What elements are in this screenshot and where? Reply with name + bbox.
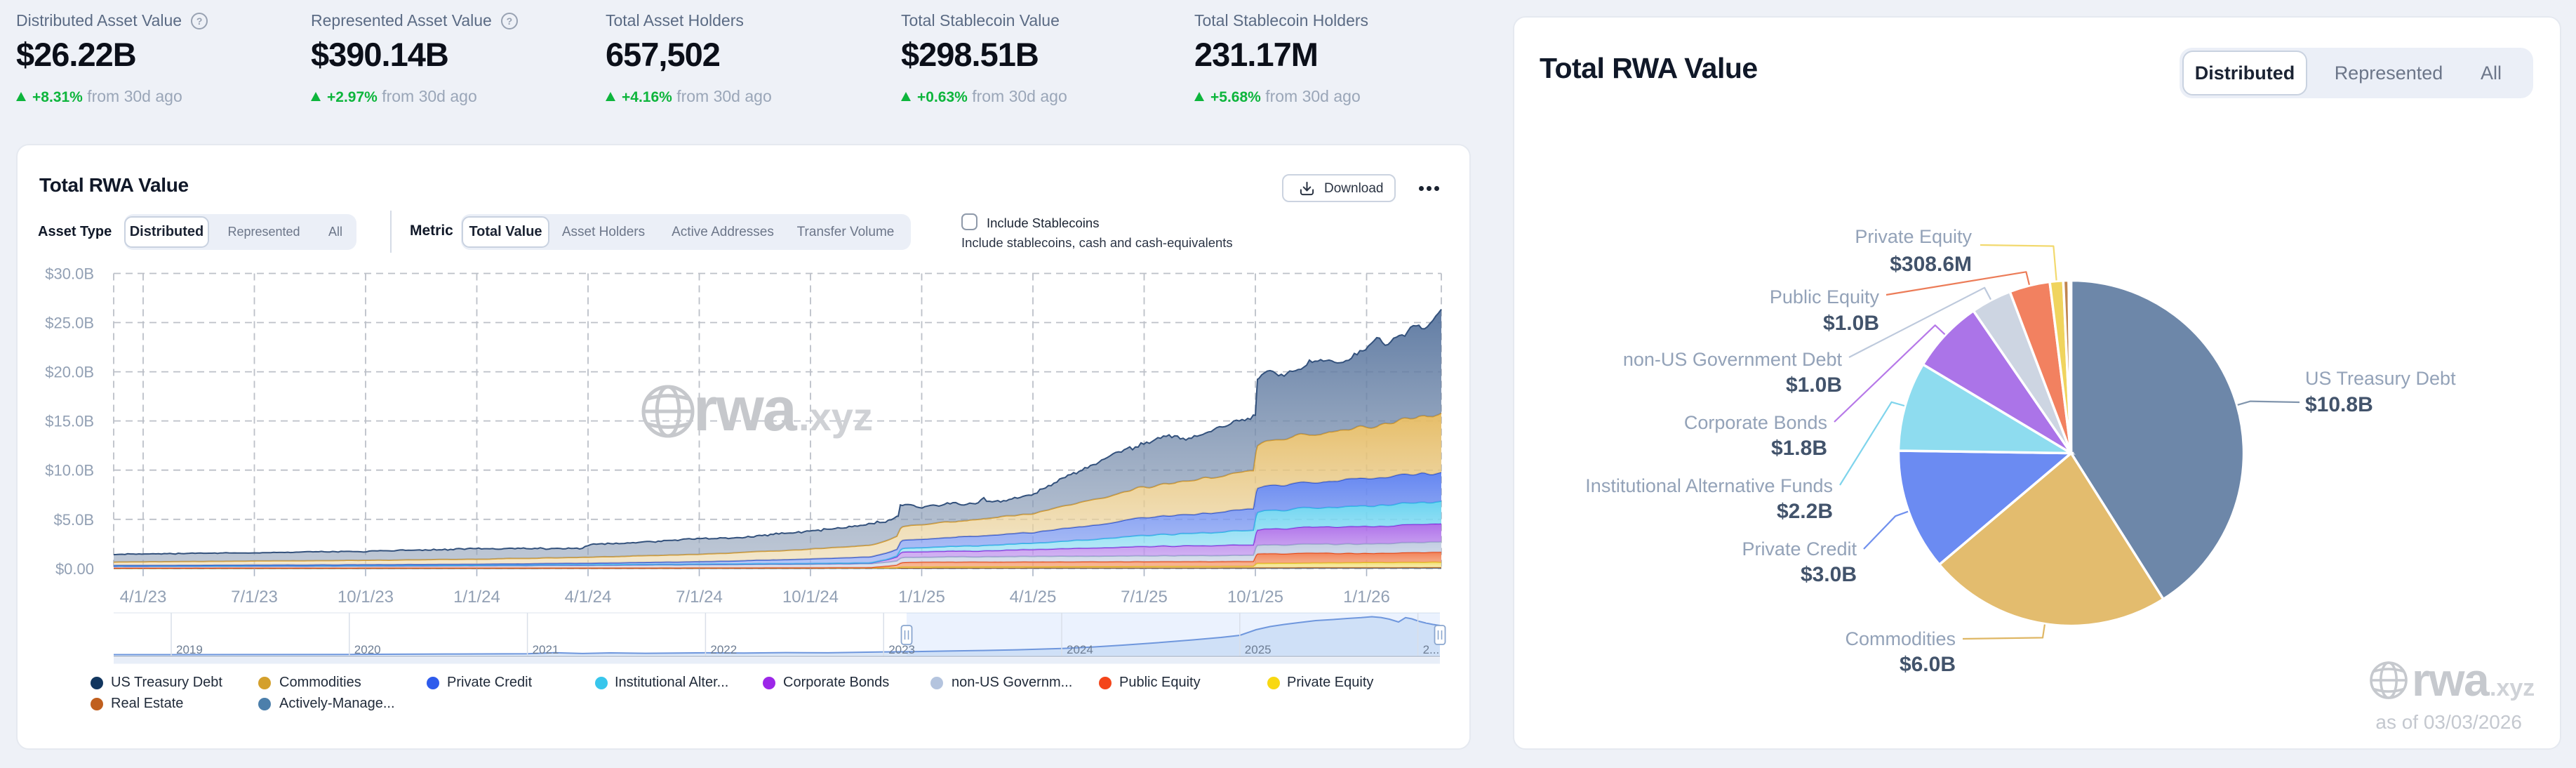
svg-text:7/1/24: 7/1/24 bbox=[676, 588, 723, 607]
svg-text:Institutional Alternative Fund: Institutional Alternative Funds bbox=[1585, 475, 1833, 496]
svg-text:rwa: rwa bbox=[2412, 654, 2490, 706]
svg-text:7/1/23: 7/1/23 bbox=[231, 588, 278, 607]
svg-text:4/1/24: 4/1/24 bbox=[565, 588, 612, 607]
svg-text:1/1/26: 1/1/26 bbox=[1343, 588, 1390, 607]
svg-text:10/1/25: 10/1/25 bbox=[1227, 588, 1283, 607]
svg-text:non-US Government Debt: non-US Government Debt bbox=[1623, 349, 1843, 370]
svg-text:.xyz: .xyz bbox=[2490, 675, 2535, 701]
svg-text:Commodities: Commodities bbox=[1845, 628, 1956, 649]
svg-text:2024: 2024 bbox=[1067, 643, 1093, 656]
svg-text:$1.0B: $1.0B bbox=[1823, 312, 1879, 335]
svg-text:7/1/25: 7/1/25 bbox=[1121, 588, 1168, 607]
svg-text:$6.0B: $6.0B bbox=[1900, 653, 1956, 676]
svg-text:$30.0B: $30.0B bbox=[45, 265, 94, 283]
svg-text:$1.8B: $1.8B bbox=[1771, 437, 1827, 460]
svg-text:Private Equity: Private Equity bbox=[1855, 226, 1972, 247]
svg-text:US Treasury Debt: US Treasury Debt bbox=[2305, 368, 2456, 389]
svg-text:Private Credit: Private Credit bbox=[1742, 538, 1857, 560]
svg-text:$5.0B: $5.0B bbox=[54, 511, 95, 529]
svg-text:Public Equity: Public Equity bbox=[1770, 286, 1880, 307]
svg-text:1/1/25: 1/1/25 bbox=[898, 588, 945, 607]
svg-text:10/1/24: 10/1/24 bbox=[782, 588, 839, 607]
svg-text:$20.0B: $20.0B bbox=[45, 364, 94, 381]
svg-text:$25.0B: $25.0B bbox=[45, 315, 94, 332]
svg-text:4/1/25: 4/1/25 bbox=[1010, 588, 1057, 607]
svg-text:$3.0B: $3.0B bbox=[1801, 563, 1857, 586]
svg-text:$308.6M: $308.6M bbox=[1890, 253, 1972, 276]
svg-text:4/1/23: 4/1/23 bbox=[120, 588, 167, 607]
svg-text:Corporate Bonds: Corporate Bonds bbox=[1684, 412, 1827, 433]
svg-text:2019: 2019 bbox=[176, 643, 203, 656]
svg-text:1/1/24: 1/1/24 bbox=[453, 588, 500, 607]
svg-text:2022: 2022 bbox=[710, 643, 737, 656]
svg-text:$1.0B: $1.0B bbox=[1786, 373, 1842, 397]
svg-text:rwa: rwa bbox=[693, 374, 798, 444]
svg-text:$10.8B: $10.8B bbox=[2305, 393, 2373, 416]
svg-text:10/1/23: 10/1/23 bbox=[338, 588, 394, 607]
svg-text:$10.0B: $10.0B bbox=[45, 462, 94, 479]
svg-text:$0.00: $0.00 bbox=[55, 560, 94, 578]
svg-text:$2.2B: $2.2B bbox=[1777, 500, 1833, 523]
svg-text:2023: 2023 bbox=[888, 643, 915, 656]
svg-text:as of 03/03/2026: as of 03/03/2026 bbox=[2375, 711, 2522, 733]
svg-text:2021: 2021 bbox=[533, 643, 559, 656]
svg-text:.xyz: .xyz bbox=[799, 395, 873, 439]
svg-text:$15.0B: $15.0B bbox=[45, 413, 94, 430]
svg-text:2025: 2025 bbox=[1245, 643, 1272, 656]
svg-text:2020: 2020 bbox=[354, 643, 381, 656]
